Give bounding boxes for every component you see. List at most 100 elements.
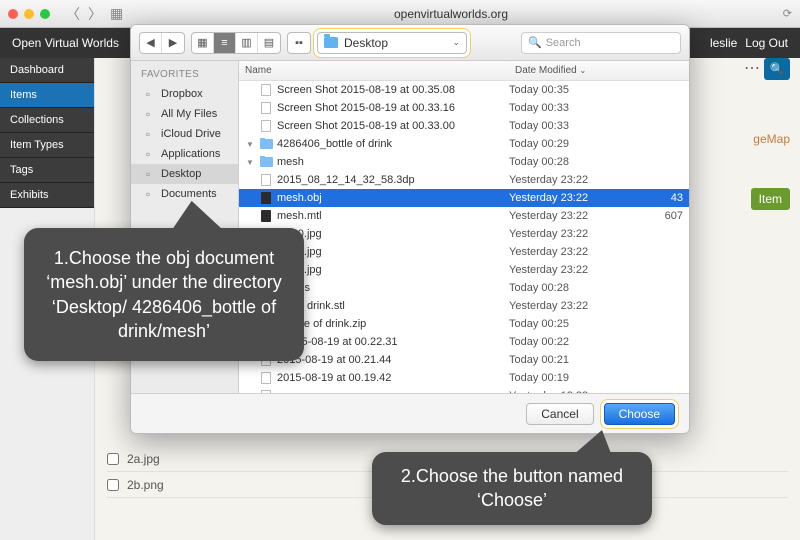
list-item-label: 2b.png bbox=[127, 478, 164, 492]
file-row[interactable]: ttle of drink.stlYesterday 23:22 bbox=[239, 297, 689, 315]
sidebar-item-applications[interactable]: ▫Applications bbox=[131, 144, 238, 164]
disclosure-down-icon[interactable]: ▼ bbox=[245, 140, 255, 149]
reload-icon[interactable]: ⟳ bbox=[783, 7, 792, 20]
file-date: Yesterday 23:22 bbox=[509, 264, 639, 276]
back-button[interactable]: 〈 bbox=[66, 4, 80, 24]
disclosure-down-icon[interactable]: ▼ bbox=[245, 158, 255, 167]
minimize-icon[interactable] bbox=[24, 9, 34, 19]
file-date: Today 00:33 bbox=[509, 120, 639, 132]
file-row[interactable]: _bottle of drink.zipToday 00:25 bbox=[239, 315, 689, 333]
sidebar-item-label: iCloud Drive bbox=[161, 128, 221, 140]
view-columns-icon[interactable]: ▥ bbox=[236, 33, 258, 53]
location-popup[interactable]: Desktop ⌄ bbox=[317, 32, 467, 54]
arrange-group[interactable]: ▪▪ bbox=[287, 32, 311, 54]
annotation-text: 2.Choose the button named ‘Choose’ bbox=[401, 466, 623, 510]
sidebar-item-icloud-drive[interactable]: ▫iCloud Drive bbox=[131, 124, 238, 144]
overflow-icon[interactable]: ⋯ bbox=[744, 58, 760, 78]
view-coverflow-icon[interactable]: ▤ bbox=[258, 33, 280, 53]
file-row[interactable]: Screen Shot 2015-08-19 at 00.33.00 Today … bbox=[239, 117, 689, 135]
annotation-callout-1: 1.Choose the obj document ‘mesh.obj’ und… bbox=[24, 228, 304, 361]
cancel-button[interactable]: Cancel bbox=[526, 403, 593, 425]
search-icon: 🔍 bbox=[770, 62, 785, 76]
window-controls[interactable] bbox=[8, 9, 50, 19]
file-row[interactable]: mesh.mtl Yesterday 23:22607 bbox=[239, 207, 689, 225]
zoom-icon[interactable] bbox=[40, 9, 50, 19]
sidebar-item-dropbox[interactable]: ▫Dropbox bbox=[131, 84, 238, 104]
document-icon bbox=[261, 102, 271, 114]
nav-back-icon[interactable]: ◀ bbox=[140, 33, 162, 53]
file-row[interactable]: 2015-08-19 at 00.21.44Today 00:21 bbox=[239, 351, 689, 369]
list-checkbox[interactable] bbox=[107, 479, 119, 491]
address-bar[interactable]: openvirtualworlds.org bbox=[127, 7, 775, 21]
file-name: 2015_08_12_14_32_58.3dp bbox=[277, 174, 415, 186]
list-checkbox[interactable] bbox=[107, 453, 119, 465]
file-name: 4286406_bottle of drink bbox=[277, 138, 392, 150]
column-headers[interactable]: Name Date Modified ⌄ bbox=[239, 61, 689, 81]
search-button[interactable]: 🔍 bbox=[764, 58, 790, 80]
dialog-search-input[interactable]: 🔍 Search bbox=[521, 32, 681, 54]
add-item-button[interactable]: Item bbox=[751, 188, 790, 210]
document-icon bbox=[261, 372, 271, 384]
file-name: mesh.mtl bbox=[277, 210, 322, 222]
file-date: Yesterday 23:22 bbox=[509, 300, 639, 312]
file-date: Today 00:28 bbox=[509, 156, 639, 168]
file-name: Screen Shot 2015-08-19 at 00.33.00 bbox=[277, 120, 455, 132]
file-name: mesh bbox=[277, 156, 304, 168]
choose-button[interactable]: Choose bbox=[604, 403, 675, 425]
file-date: Today 00:25 bbox=[509, 318, 639, 330]
file-row[interactable]: Screen Shot 2015-08-19 at 00.33.16Today … bbox=[239, 99, 689, 117]
file-size: 607 bbox=[639, 210, 689, 222]
forward-button[interactable]: 〉 bbox=[88, 4, 102, 24]
menu-items[interactable]: Items bbox=[0, 83, 94, 108]
col-date-modified[interactable]: Date Modified ⌄ bbox=[509, 65, 639, 76]
file-date: Yesterday 23:22 bbox=[509, 246, 639, 258]
sidebar-item-label: All My Files bbox=[161, 108, 217, 120]
menu-dashboard[interactable]: Dashboard bbox=[0, 58, 94, 83]
file-row[interactable]: Screen Shot 2015-08-19 at 00.35.08Today … bbox=[239, 81, 689, 99]
view-mode-group[interactable]: ▦ ≡ ▥ ▤ bbox=[191, 32, 281, 54]
file-row[interactable]: ▼ mesh Today 00:28 bbox=[239, 153, 689, 171]
menu-tags[interactable]: Tags bbox=[0, 158, 94, 183]
sidebar-partial-text: geMap bbox=[753, 132, 790, 146]
file-row[interactable]: mesh.objYesterday 23:2243 bbox=[239, 189, 689, 207]
file-size: 43 bbox=[639, 192, 689, 204]
sidebar-item-desktop[interactable]: ▫Desktop bbox=[131, 164, 238, 184]
file-row[interactable]: tex_1.jpgYesterday 23:22 bbox=[239, 243, 689, 261]
folder-icon bbox=[324, 37, 338, 48]
file-name: Screen Shot 2015-08-19 at 00.35.08 bbox=[277, 84, 455, 96]
file-date: Today 00:29 bbox=[509, 138, 639, 150]
sidebar-header: Favorites bbox=[131, 67, 238, 84]
nav-forward-icon[interactable]: ▶ bbox=[162, 33, 184, 53]
file-row[interactable]: ▼ 4286406_bottle of drink Today 00:29 bbox=[239, 135, 689, 153]
dialog-footer: Cancel Choose bbox=[131, 393, 689, 433]
close-icon[interactable] bbox=[8, 9, 18, 19]
menu-item-types[interactable]: Item Types bbox=[0, 133, 94, 158]
file-row[interactable]: t 2015-08-19 at 00.22.31Today 00:22 bbox=[239, 333, 689, 351]
sidebar-item-all-my-files[interactable]: ▫All My Files bbox=[131, 104, 238, 124]
folder-icon bbox=[260, 139, 273, 149]
file-row[interactable]: tex_2.jpgYesterday 23:22 bbox=[239, 261, 689, 279]
file-row[interactable]: 2015_08_12_14_32_58.3dpYesterday 23:22 bbox=[239, 171, 689, 189]
dropbox-icon: ▫ bbox=[141, 87, 155, 101]
location-label: Desktop bbox=[344, 36, 388, 50]
file-name: 2015-08-19 at 00.19.42 bbox=[277, 372, 391, 384]
nav-back-forward[interactable]: ◀ ▶ bbox=[139, 32, 185, 54]
file-date: Yesterday 23:22 bbox=[509, 210, 639, 222]
view-icons-icon[interactable]: ▦ bbox=[192, 33, 214, 53]
documents-icon: ▫ bbox=[141, 187, 155, 201]
document-icon bbox=[261, 174, 271, 186]
view-list-icon[interactable]: ≡ bbox=[214, 33, 236, 53]
file-icon bbox=[261, 192, 271, 204]
logout-link[interactable]: Log Out bbox=[745, 36, 788, 50]
col-name[interactable]: Name bbox=[239, 65, 509, 76]
chevron-down-icon: ⌄ bbox=[579, 66, 586, 75]
menu-collections[interactable]: Collections bbox=[0, 108, 94, 133]
document-icon bbox=[261, 120, 271, 132]
file-row[interactable]: ▶photosToday 00:28 bbox=[239, 279, 689, 297]
file-row[interactable]: tex_0.jpgYesterday 23:22 bbox=[239, 225, 689, 243]
file-row[interactable]: 2015-08-19 at 00.19.42Today 00:19 bbox=[239, 369, 689, 387]
search-icon: 🔍 bbox=[528, 36, 542, 49]
arrange-icon[interactable]: ▪▪ bbox=[288, 33, 310, 53]
sidebar-toggle[interactable]: ▦ bbox=[110, 5, 123, 22]
menu-exhibits[interactable]: Exhibits bbox=[0, 183, 94, 208]
